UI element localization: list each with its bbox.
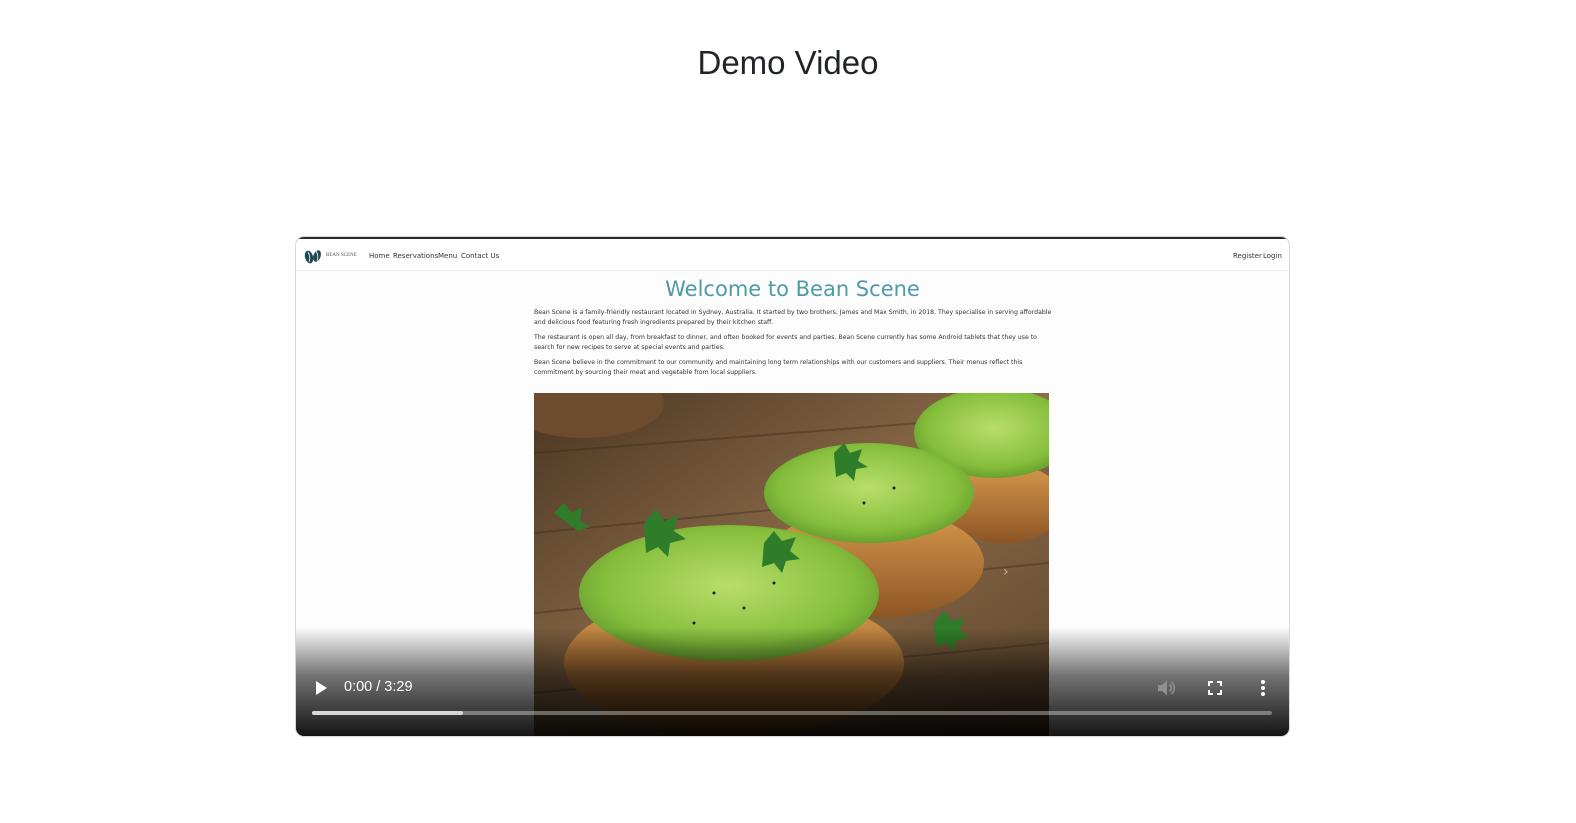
- frame-nav-menu: Menu: [438, 252, 458, 260]
- progress-buffered: [312, 711, 463, 715]
- controls-gradient: [296, 627, 1289, 736]
- frame-nav-login: Login: [1263, 252, 1282, 260]
- page-title: Demo Video: [697, 44, 879, 81]
- time-display: 0:00 / 3:29: [344, 679, 413, 695]
- frame-site-navbar: BEAN SCENE Home Reservations Menu Contac…: [296, 237, 1289, 271]
- frame-paragraph: Bean Scene believe in the commitment to …: [534, 359, 1023, 376]
- frame-carousel-next-icon: ›: [1003, 564, 1009, 580]
- fullscreen-button[interactable]: [1202, 675, 1228, 701]
- volume-muted-icon: [1158, 680, 1176, 696]
- more-options-button[interactable]: [1250, 675, 1276, 701]
- frame-paragraph: The restaurant is open all day, from bre…: [534, 334, 1037, 351]
- frame-nav-contact: Contact Us: [461, 252, 500, 260]
- frame-nav-home: Home: [369, 252, 390, 260]
- frame-nav-reservations: Reservations: [393, 252, 439, 260]
- progress-bar[interactable]: [312, 711, 1272, 715]
- frame-nav-register: Register: [1233, 252, 1262, 260]
- more-vert-icon: [1261, 680, 1265, 696]
- frame-paragraph: Bean Scene is a family-friendly restaura…: [534, 309, 1052, 326]
- mute-button[interactable]: [1154, 675, 1180, 701]
- play-button[interactable]: [308, 675, 334, 701]
- frame-brand-text: BEAN SCENE: [326, 253, 357, 258]
- video-player[interactable]: BEAN SCENE Home Reservations Menu Contac…: [296, 237, 1289, 736]
- frame-site-title: Welcome to Bean Scene: [665, 277, 920, 301]
- fullscreen-icon: [1208, 681, 1222, 695]
- play-icon: [316, 681, 327, 695]
